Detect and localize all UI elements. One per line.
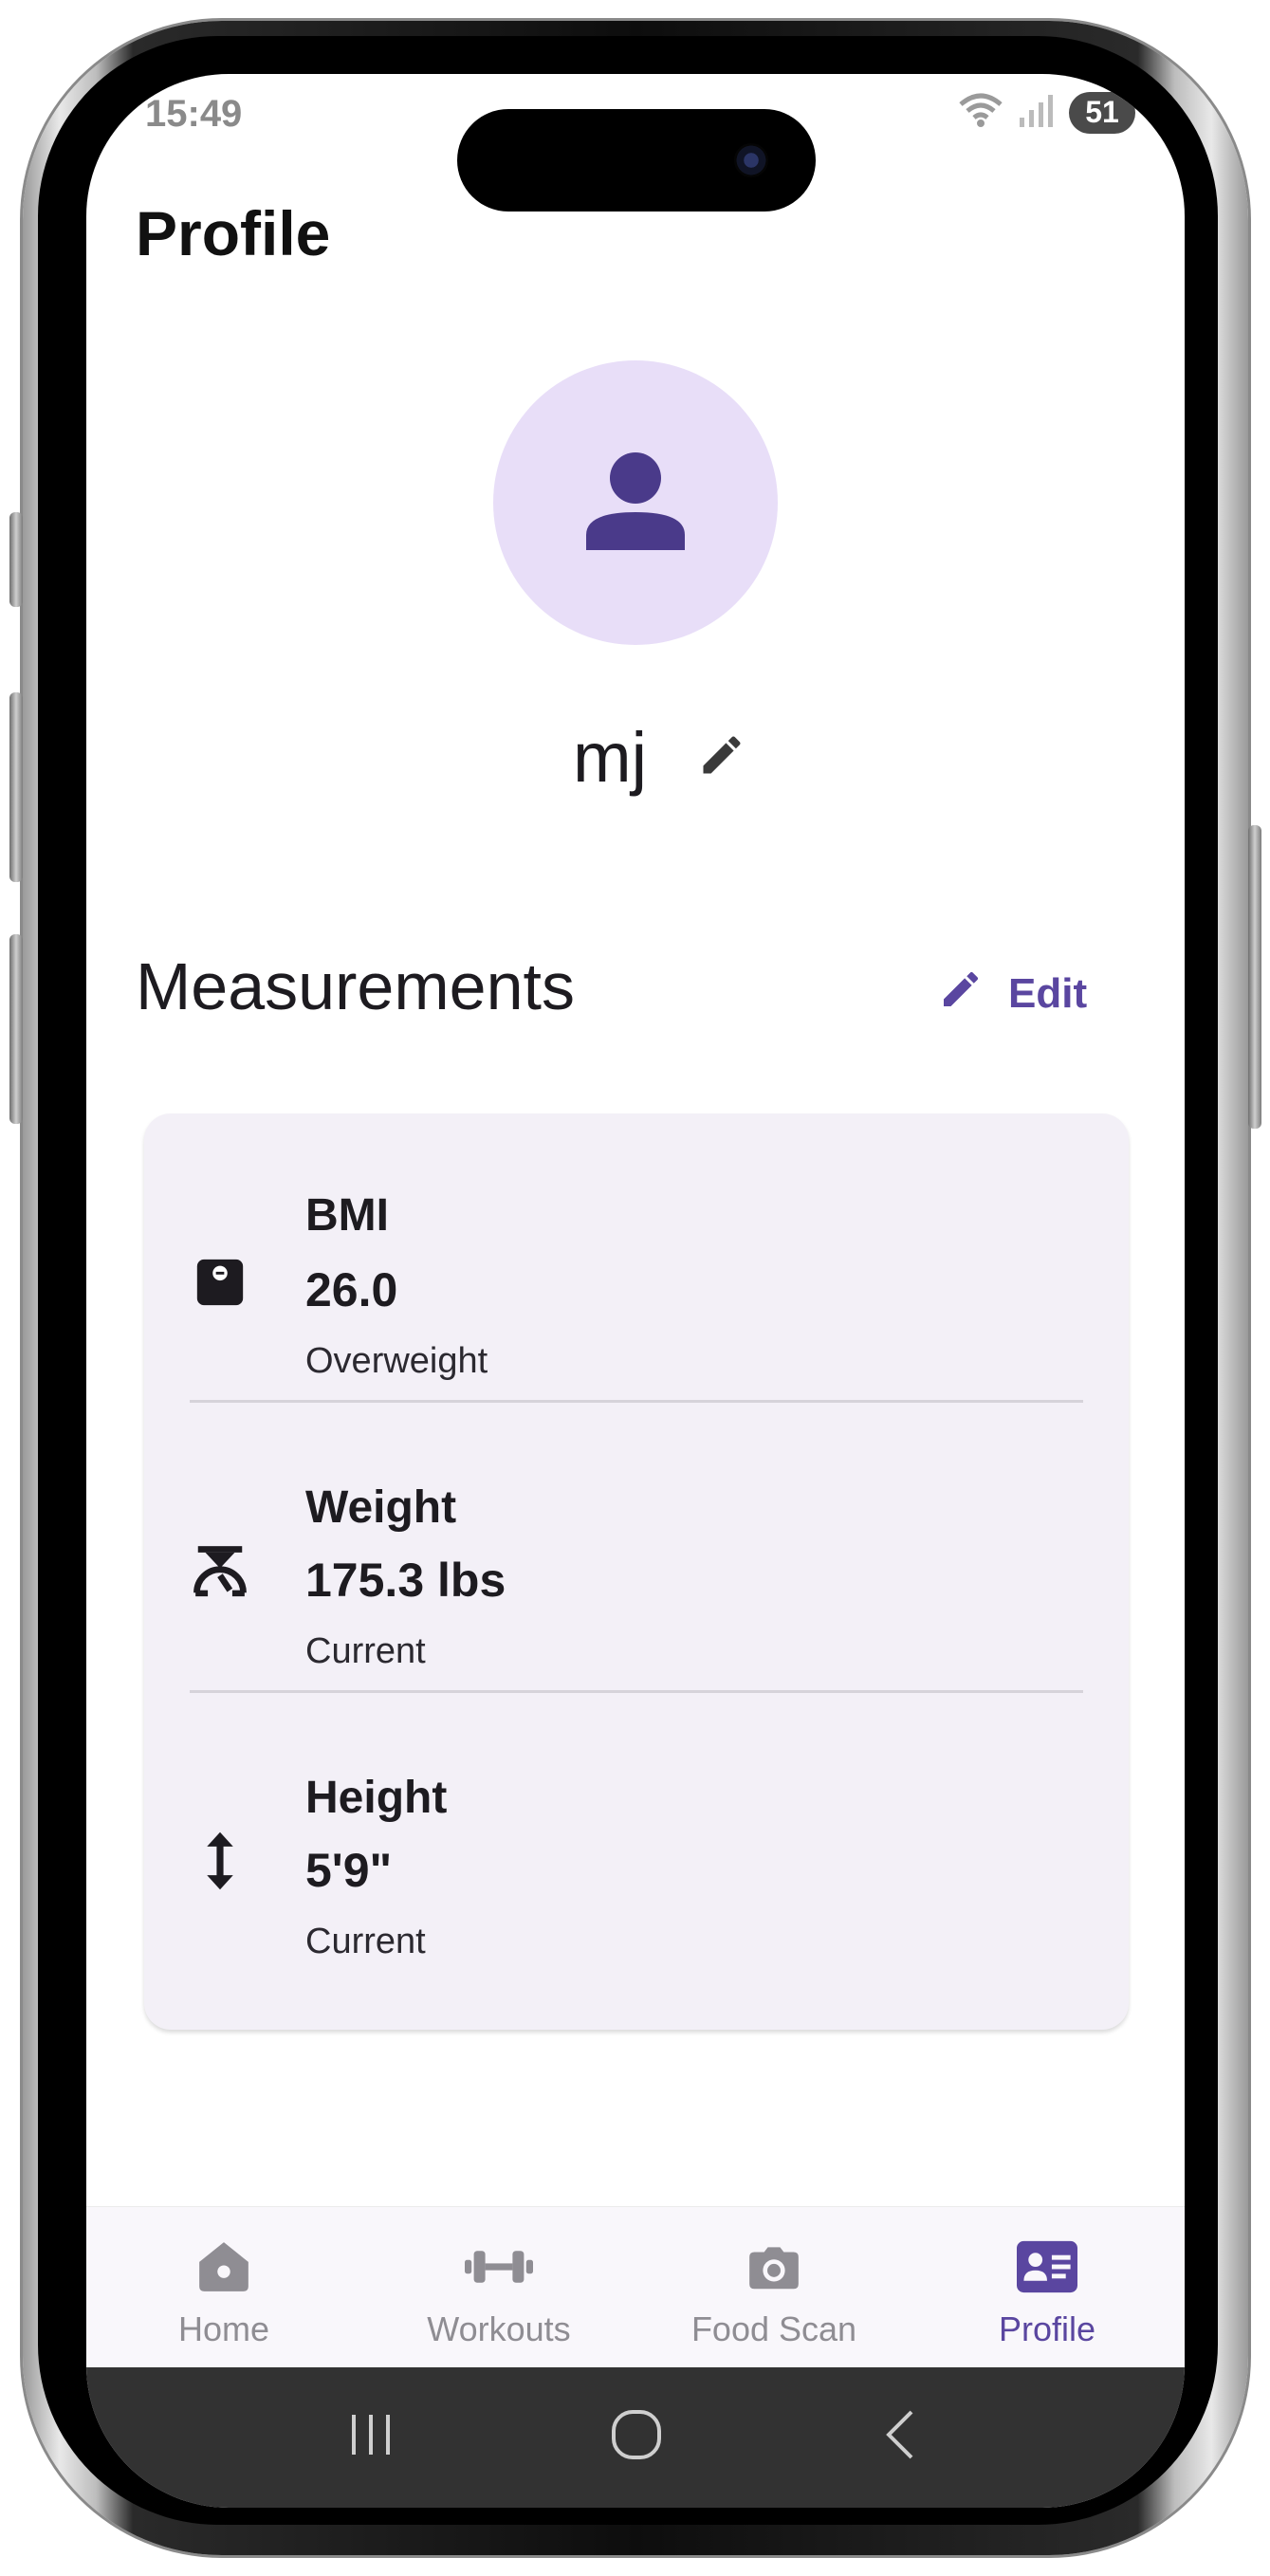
phone-screen: 15:49 51 Profile mj Measurements Edit BM… [86, 74, 1185, 2508]
system-navigation-bar [86, 2367, 1185, 2508]
contact-card-icon [910, 2234, 1185, 2300]
pencil-icon [938, 966, 984, 1022]
status-icons: 51 [957, 91, 1135, 134]
measurement-row-weight[interactable]: Weight 175.3 lbs Current [144, 1404, 1129, 1694]
measurements-title: Measurements [136, 949, 575, 1023]
power-button [1248, 825, 1261, 1129]
measurement-value: 175.3 lbs [305, 1554, 506, 1607]
nav-label: Workouts [427, 2309, 571, 2348]
dumbbell-icon [361, 2234, 636, 2300]
home-circle-icon [610, 2408, 663, 2466]
measurement-status: Current [305, 1631, 426, 1671]
user-name: mj [572, 718, 648, 797]
nav-item-workouts[interactable]: Workouts [361, 2234, 636, 2349]
nav-item-home[interactable]: Home [86, 2234, 361, 2349]
bottom-navigation: Home Workouts Food Scan Profile [86, 2206, 1185, 2368]
nav-label: Profile [998, 2309, 1096, 2348]
measurements-card: BMI 26.0 Overweight Weight 175.3 lbs Cur… [144, 1113, 1129, 2030]
camera-icon [636, 2234, 911, 2300]
recent-apps-button[interactable] [333, 2403, 409, 2470]
divider [190, 1400, 1083, 1403]
mute-switch [9, 512, 23, 607]
name-row: mj [86, 717, 1185, 798]
back-button[interactable] [862, 2403, 938, 2470]
volume-down-button [9, 934, 23, 1124]
status-time: 15:49 [145, 93, 243, 135]
measurement-label: Height [305, 1773, 448, 1823]
measurement-value: 26.0 [305, 1263, 398, 1316]
dynamic-island [457, 109, 816, 212]
pencil-icon [697, 730, 746, 784]
front-camera [734, 143, 768, 177]
measurement-row-bmi[interactable]: BMI 26.0 Overweight [144, 1113, 1129, 1404]
measurement-row-height[interactable]: Height 5'9" Current [144, 1694, 1129, 1984]
nav-item-food-scan[interactable]: Food Scan [636, 2234, 911, 2349]
measurement-status: Overweight [305, 1341, 488, 1381]
battery-indicator: 51 [1069, 91, 1135, 134]
measurement-label: Weight [305, 1482, 457, 1533]
person-icon [584, 451, 687, 555]
measurement-status: Current [305, 1922, 426, 1961]
measurement-value: 5'9" [305, 1844, 393, 1897]
nav-item-profile[interactable]: Profile [910, 2234, 1185, 2349]
height-arrows-icon [190, 1831, 250, 1891]
volume-up-button [9, 692, 23, 882]
page-title: Profile [136, 198, 331, 268]
edit-measurements-button[interactable]: Edit [938, 956, 1087, 1032]
measurement-label: BMI [305, 1190, 389, 1241]
avatar[interactable] [493, 360, 778, 645]
weight-scale-icon [190, 1540, 250, 1601]
recent-apps-icon [348, 2413, 394, 2461]
scale-icon [190, 1252, 250, 1313]
nav-label: Home [177, 2309, 270, 2348]
nav-label: Food Scan [690, 2309, 857, 2348]
home-icon [86, 2234, 361, 2300]
wifi-icon [957, 91, 1004, 134]
home-system-button[interactable] [598, 2403, 674, 2470]
back-chevron-icon [881, 2408, 919, 2466]
signal-icon [1018, 91, 1056, 134]
edit-name-button[interactable] [689, 725, 755, 791]
divider [190, 1690, 1083, 1693]
edit-label: Edit [1008, 970, 1088, 1017]
